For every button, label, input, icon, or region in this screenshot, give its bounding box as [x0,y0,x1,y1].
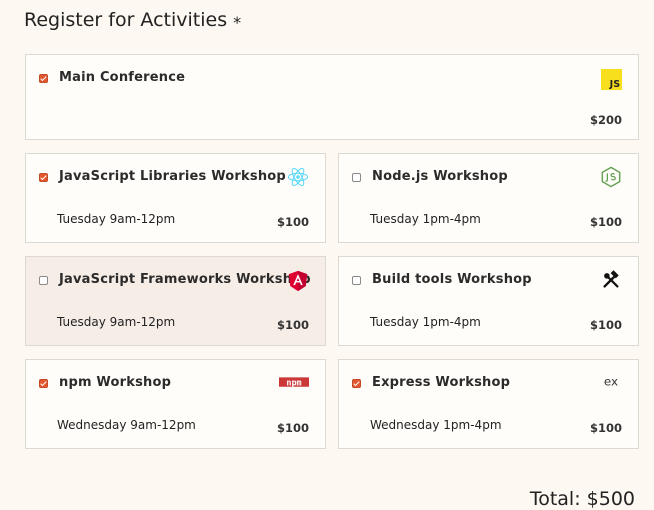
express-logo-icon: ex [604,375,618,389]
activity-checkbox-build-tools[interactable] [352,276,361,285]
js-logo-text: JS [609,79,621,90]
express-logo-text: ex [604,375,618,389]
activity-title: JavaScript Libraries Workshop [59,169,286,184]
activity-title: npm Workshop [59,375,172,390]
activity-time: Wednesday 9am-12pm [57,418,196,432]
activities-legend: Register for Activities * [24,9,242,32]
activity-card-js-frameworks-workshop[interactable]: JavaScript Frameworks Workshop Tuesday 9… [25,256,326,346]
nodejs-logo-icon [601,166,621,188]
activity-price: $100 [276,318,309,332]
react-logo-icon [287,167,309,187]
required-asterisk: * [233,13,242,32]
activity-checkbox-express[interactable] [352,379,361,388]
activities-legend-text: Register for Activities [24,9,228,31]
activity-price: $200 [589,113,622,127]
activity-checkbox-js-frameworks[interactable] [39,276,48,285]
activity-checkbox-js-libraries[interactable] [39,173,48,182]
activity-card-main-conference[interactable]: Main Conference JS $200 [25,54,639,140]
activity-time: Tuesday 1pm-4pm [370,315,481,329]
activity-price: $100 [589,318,622,332]
activity-title: Express Workshop [372,375,511,390]
activity-card-build-tools-workshop[interactable]: Build tools Workshop Tuesday 1pm-4pm $10… [338,256,639,346]
activity-card-js-libraries-workshop[interactable]: JavaScript Libraries Workshop Tuesday 9a… [25,153,326,243]
activity-time: Wednesday 1pm-4pm [370,418,502,432]
javascript-logo-icon: JS [601,69,622,90]
activity-time: Tuesday 1pm-4pm [370,212,481,226]
activity-title: Node.js Workshop [372,169,508,184]
activity-price: $100 [276,215,309,229]
activity-title: Build tools Workshop [372,272,532,287]
npm-logo-text: npm [286,377,301,387]
npm-logo-icon: npm [279,377,309,387]
activity-checkbox-npm[interactable] [39,379,48,388]
activity-time: Tuesday 9am-12pm [57,315,176,329]
activity-checkbox-nodejs[interactable] [352,173,361,182]
activity-card-nodejs-workshop[interactable]: Node.js Workshop Tuesday 1pm-4pm $100 [338,153,639,243]
activity-price: $100 [276,421,309,435]
activity-title: Main Conference [59,70,186,85]
angular-logo-icon [288,270,308,292]
activity-time: Tuesday 9am-12pm [57,212,176,226]
hammer-wrench-tools-icon [603,270,619,288]
activity-card-express-workshop[interactable]: Express Workshop ex Wednesday 1pm-4pm $1… [338,359,639,449]
activity-price: $100 [589,215,622,229]
activity-title: JavaScript Frameworks Workshop [59,272,311,287]
activity-card-npm-workshop[interactable]: npm Workshop npm Wednesday 9am-12pm $100 [25,359,326,449]
activity-checkbox-main-conference[interactable] [39,74,48,83]
total-cost: Total: $500 [529,488,635,510]
activity-price: $100 [589,421,622,435]
